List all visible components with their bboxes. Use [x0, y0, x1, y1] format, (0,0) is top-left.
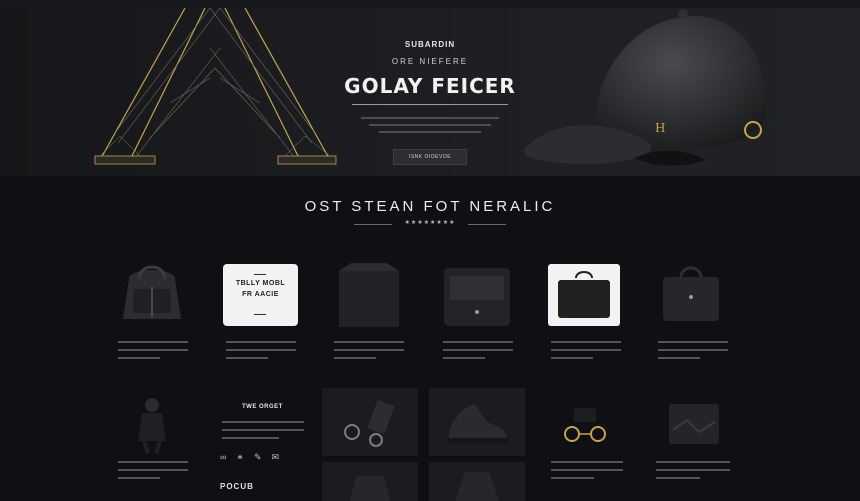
product-card-bag-lower-2[interactable]: [429, 462, 525, 501]
handbag-image: [663, 266, 719, 321]
backpack-image: [123, 265, 181, 319]
product-desc: [334, 338, 404, 359]
promo-text: [222, 418, 304, 439]
bag-image: [455, 472, 499, 501]
product-card-bag-lower[interactable]: [322, 462, 418, 501]
product-card-shoe[interactable]: [429, 388, 525, 456]
product-desc: [118, 338, 188, 359]
product-desc: [226, 338, 296, 359]
bag-image: [350, 476, 390, 501]
promo-icon-row: ∞ ⚭ ✎ ✉: [220, 450, 310, 464]
promo-heading: TWE ORGET: [242, 404, 283, 410]
product-desc: [551, 338, 621, 359]
promo-footer-label: POCUB: [220, 482, 254, 491]
product-card-backpack[interactable]: [110, 252, 195, 367]
product-card-feature[interactable]: TBLLY MOBL FR AACIE: [218, 252, 303, 367]
feature-tile-label: TBLLY MOBL FR AACIE: [235, 280, 286, 298]
shoe-image: [447, 404, 509, 443]
product-card-tote[interactable]: [326, 252, 411, 367]
product-card-glasses[interactable]: [543, 392, 628, 501]
laptop-bag-tile: [548, 264, 620, 326]
mail-icon[interactable]: ✉: [272, 450, 280, 464]
product-card-laptop-bag[interactable]: [543, 252, 628, 367]
product-card-tools[interactable]: [322, 388, 418, 456]
product-desc: [658, 338, 728, 359]
feature-tile: TBLLY MOBL FR AACIE: [223, 264, 298, 326]
product-desc: [551, 458, 623, 479]
product-card-case[interactable]: [650, 392, 735, 501]
product-card-handbag[interactable]: [650, 252, 735, 367]
product-grid: TBLLY MOBL FR AACIE TWE ORGET ∞ ⚭ ✎ ✉ PO…: [0, 0, 860, 501]
messenger-bag-image: [444, 268, 510, 326]
product-desc: [118, 458, 188, 479]
tag-icon[interactable]: ✎: [254, 450, 262, 464]
link-icon[interactable]: ∞: [220, 450, 226, 464]
product-desc: [656, 458, 730, 479]
share-icon[interactable]: ⚭: [236, 450, 244, 464]
product-desc: [443, 338, 513, 359]
case-image: [669, 404, 719, 444]
product-card-messenger[interactable]: [435, 252, 520, 367]
figure-image: [138, 398, 166, 453]
tote-bag-image: [339, 263, 399, 327]
product-card-figure[interactable]: [110, 388, 195, 501]
laptop-bag-image: [558, 271, 610, 318]
tools-image: [344, 399, 395, 447]
glasses-image: [564, 408, 606, 442]
